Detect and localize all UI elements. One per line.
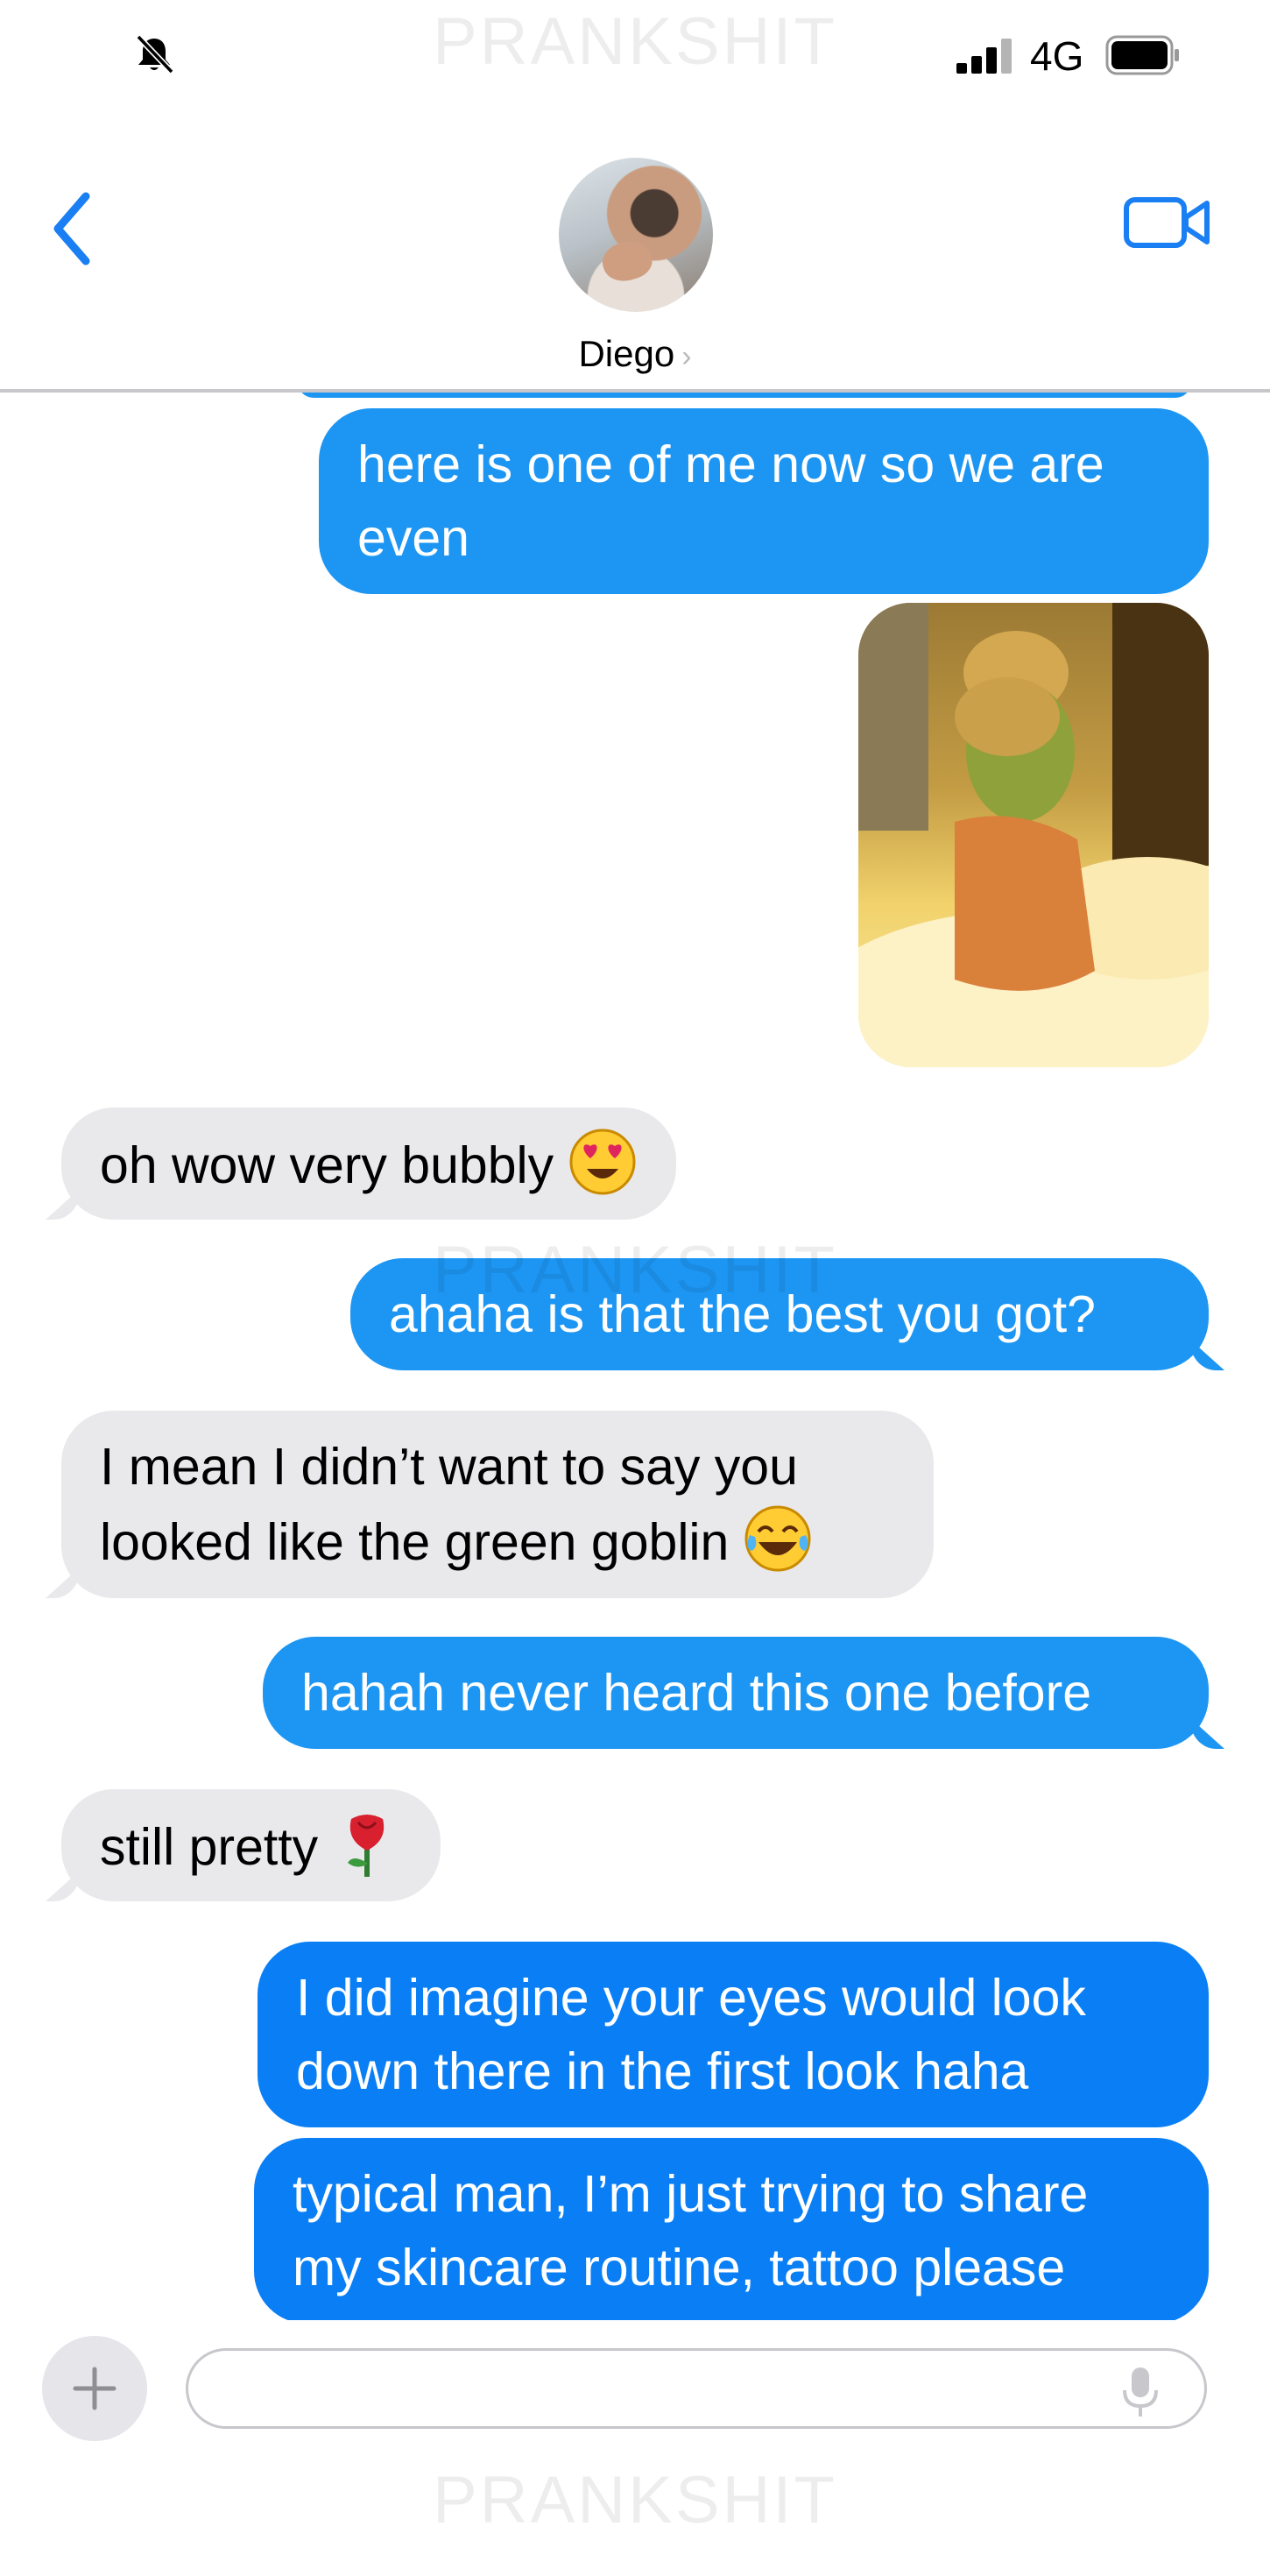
message-input[interactable] <box>220 2351 1096 2426</box>
message-text: my skincare routine, tattoo please <box>293 2239 1066 2296</box>
input-bar: PRANKSHIT <box>0 2320 1270 2576</box>
message-text: even <box>357 509 469 567</box>
message-bubble-sent[interactable]: here is one of me now so we are even <box>319 408 1209 594</box>
avatar-hand <box>597 235 657 287</box>
message-text: I did imagine your eyes would look <box>296 1969 1086 2027</box>
message-field[interactable] <box>186 2348 1207 2429</box>
message-bubble-sent[interactable]: I did imagine your eyes would look down … <box>258 1942 1209 2127</box>
message-list[interactable]: here is one of me now so we are even oh … <box>0 393 1270 2320</box>
watermark-middle: PRANKSHIT <box>433 1233 837 1307</box>
microphone-icon[interactable] <box>1121 2366 1160 2418</box>
previous-message-edge <box>298 393 1191 398</box>
message-bubble-received[interactable]: oh wow very bubbly <box>61 1108 677 1220</box>
avatar[interactable] <box>559 158 713 312</box>
message-text: still pretty <box>100 1818 319 1876</box>
chevron-left-icon[interactable] <box>47 189 96 268</box>
signal-icon <box>956 39 1012 74</box>
video-camera-icon[interactable] <box>1123 195 1212 251</box>
contact-name[interactable]: Diego › <box>0 329 1270 381</box>
photo-attachment[interactable] <box>858 603 1209 1067</box>
watermark-bottom: PRANKSHIT <box>433 2463 837 2537</box>
message-text: looked like the green goblin <box>100 1513 730 1571</box>
message-bubble-received[interactable]: still pretty <box>61 1789 441 1901</box>
message-bubble-sent[interactable]: typical man, I’m just trying to share my… <box>254 2138 1209 2320</box>
message-text: hahah never heard this one before <box>301 1664 1092 1722</box>
tears-of-joy-emoji <box>744 1505 811 1572</box>
photo-image <box>858 603 1209 1067</box>
message-text: down there in the first look haha <box>296 2042 1029 2100</box>
conversation-header: Diego › <box>0 114 1270 393</box>
message-text: oh wow very bubbly <box>100 1136 554 1194</box>
message-text: typical man, I’m just trying to share <box>293 2165 1089 2223</box>
status-bar: 4G <box>0 0 1270 114</box>
contact-name-label: Diego <box>578 333 675 374</box>
heart-eyes-emoji <box>569 1129 636 1195</box>
network-label: 4G <box>1030 33 1084 79</box>
battery-icon <box>1105 35 1179 75</box>
message-text: I mean I didn’t want to say you <box>100 1438 798 1496</box>
message-bubble-sent[interactable]: hahah never heard this one before <box>263 1637 1209 1749</box>
bell-slash-icon <box>136 34 174 74</box>
rose-emoji <box>348 1815 385 1877</box>
chevron-right-icon: › <box>681 340 692 373</box>
add-attachment-button[interactable] <box>42 2336 147 2441</box>
plus-icon <box>73 2367 116 2410</box>
message-text: here is one of me now so we are <box>357 435 1104 493</box>
message-bubble-received[interactable]: I mean I didn’t want to say you looked l… <box>61 1411 934 1598</box>
